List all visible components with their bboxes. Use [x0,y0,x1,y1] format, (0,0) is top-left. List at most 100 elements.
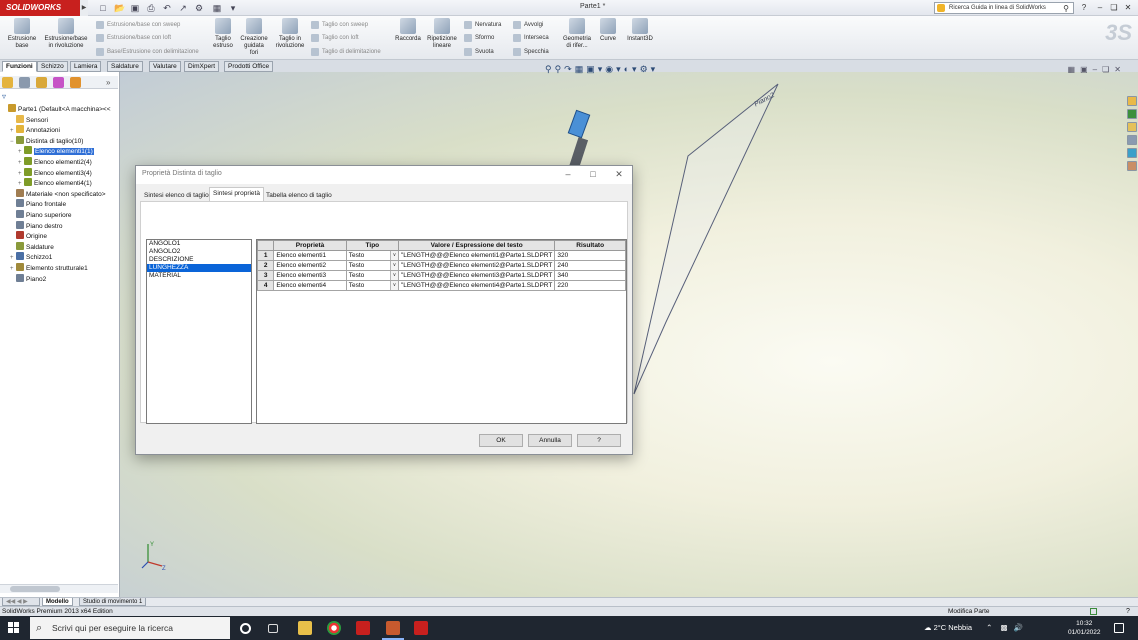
boundary-cut-button[interactable]: Taglio di delimitazione [311,47,381,57]
network-icon[interactable]: ▩ [1001,623,1008,632]
feature-tree-item[interactable]: + Elenco elementi4(1) [18,178,92,188]
tab-schizzo[interactable]: Schizzo [37,61,68,72]
dimxpert-tab-icon[interactable] [53,77,64,88]
help-search-input[interactable]: Ricerca Guida in linea di SolidWorks ⚲ [934,2,1074,14]
feature-tree-item[interactable]: + Elemento strutturale1 [10,263,88,273]
weather-text[interactable]: 2°C Nebbia [934,623,972,632]
task-pane-tabs[interactable] [1126,96,1138,174]
scroll-thumb[interactable] [10,586,60,592]
custom-properties-icon[interactable] [1127,161,1137,171]
restore-button[interactable]: ❏ [1108,2,1120,14]
save-icon[interactable]: ▣ [130,3,140,13]
ok-button[interactable]: OK [479,434,523,447]
help-icon[interactable]: ? [1078,2,1090,14]
select-icon[interactable]: ↗ [178,3,188,13]
expand-chevron-icon[interactable]: » [106,77,117,88]
revolved-cut-button[interactable]: Taglio in rivoluzione [272,18,308,50]
property-list-item[interactable]: MATERIAL [147,272,251,280]
tipo-cell[interactable]: Testo ∨ [345,270,399,281]
proprieta-cell[interactable]: Elenco elementi4 [273,280,347,291]
proprieta-cell[interactable]: Elenco elementi2 [273,260,347,271]
table-row[interactable]: 2 Elenco elementi2 Testo ∨ "LENGTH@@@Elenco … [256,260,626,271]
feature-tree-item[interactable]: + Elenco elementi2(4) [18,157,92,167]
property-manager-tab-icon[interactable] [19,77,30,88]
tab-prodotti-office[interactable]: Prodotti Office [224,61,274,72]
fillet-button[interactable]: Raccorda [392,18,424,43]
cancel-button[interactable]: Annulla [528,434,572,447]
tipo-cell[interactable]: Testo ∨ [345,260,399,271]
options-icon[interactable]: ▦ [212,3,222,13]
taskbar-search-input[interactable]: Scrivi qui per eseguire la ricerca [30,617,230,639]
dialog-maximize-button[interactable]: □ [582,167,604,181]
solidworks-taskbar-icon-2[interactable] [414,621,428,635]
column-header-risultato[interactable]: Risultato [554,240,626,251]
chrome-icon[interactable] [327,621,341,635]
feature-tree-item[interactable]: − Distinta di taglio(10) [10,135,83,146]
rebuild-icon[interactable]: ⚙ [194,3,204,13]
solidworks-logo[interactable]: SOLIDWORKS [0,0,80,16]
feature-tree-item[interactable]: Piano2 [10,273,46,284]
dropdown-arrow-icon[interactable]: ∨ [389,251,398,260]
feature-tree-item[interactable]: Saldature [10,241,54,252]
linear-pattern-button[interactable]: Ripetizione lineare [424,18,460,50]
tab-saldature[interactable]: Saldature [107,61,143,72]
feature-tree-item[interactable]: + Schizzo1 [10,252,52,262]
file-explorer-icon[interactable] [1127,122,1137,132]
valore-cell[interactable]: "LENGTH@@@Elenco elementi4@Parte1.SLDPRT [397,280,556,291]
proprieta-cell[interactable]: Elenco elementi1 [273,250,347,261]
tab-navigation-arrows[interactable]: ◀◀ ◀ ▶ ▶▶ [2,598,40,613]
lofted-boss-button[interactable]: Estrusione/base con loft [96,33,171,43]
valore-cell[interactable]: "LENGTH@@@Elenco elementi1@Parte1.SLDPRT [397,250,556,261]
tab-tabella-elenco[interactable]: Tabella elenco di taglio [262,189,336,201]
menu-arrow-icon[interactable]: ▶ [80,0,88,16]
customize-icon[interactable]: ▾ [228,3,238,13]
help-button[interactable]: ? [577,434,621,447]
dropdown-arrow-icon[interactable]: ∨ [389,261,398,270]
resources-icon[interactable] [1127,96,1137,106]
table-row[interactable]: 4 Elenco elementi4 Testo ∨ "LENGTH@@@Elenco … [256,280,626,291]
revolve-boss-button[interactable]: Estrusione/base in rivoluzione [42,18,90,50]
design-library-icon[interactable] [1127,109,1137,119]
reference-geometry-button[interactable]: Geometria di rifer... [560,18,594,50]
dropdown-arrow-icon[interactable]: ∨ [389,271,398,280]
column-header-valore[interactable]: Valore / Espressione del testo [397,240,556,251]
undo-icon[interactable]: ↶ [162,3,172,13]
swept-boss-button[interactable]: Estrusione/base con sweep [96,20,180,30]
tab-funzioni[interactable]: Funzioni [2,61,37,72]
feature-tree-item[interactable]: Materiale <non specificato> [10,188,106,199]
search-icon[interactable]: ⚲ [1063,3,1069,14]
tray-chevron-icon[interactable]: ⌃ [986,623,992,632]
swept-cut-button[interactable]: Taglio con sweep [311,20,368,30]
feature-tree-item[interactable]: Origine [10,231,47,241]
mirror-button[interactable]: Specchia [513,47,549,57]
draft-button[interactable]: Sformo [464,33,494,43]
proprieta-cell[interactable]: Elenco elementi3 [273,270,347,281]
volume-icon[interactable]: 🔊 [1014,623,1023,632]
hole-wizard-button[interactable]: Creazione guidata fori [238,18,270,57]
shell-button[interactable]: Svuota [464,47,494,57]
configuration-manager-tab-icon[interactable] [36,77,47,88]
wrap-button[interactable]: Avvolgi [513,20,543,30]
tipo-cell[interactable]: Testo ∨ [345,250,399,261]
weather-icon[interactable]: ☁ [924,623,932,632]
tab-modello[interactable]: Modello [42,598,73,606]
tab-sintesi-proprieta[interactable]: Sintesi proprietà [209,187,264,201]
task-view-icon[interactable] [268,624,278,633]
table-row[interactable]: 1 Elenco elementi1 Testo ∨ "LENGTH@@@Elenco … [256,250,626,261]
lofted-cut-button[interactable]: Taglio con loft [311,33,359,43]
new-document-icon[interactable]: □ [98,3,108,13]
windows-start-icon[interactable] [8,622,20,634]
column-header-proprieta[interactable]: Proprietà [273,240,347,251]
column-header-tipo[interactable]: Tipo [345,240,399,251]
view-palette-icon[interactable] [1127,135,1137,145]
feature-tree-item[interactable]: + Elenco elementi1(1) [18,146,94,156]
property-list-item[interactable]: ANGOLO1 [147,240,251,248]
filter-icon[interactable]: ▿ [2,92,12,101]
intersect-button[interactable]: Interseca [513,33,549,43]
notifications-icon[interactable] [1114,623,1124,633]
valore-cell[interactable]: "LENGTH@@@Elenco elementi2@Parte1.SLDPRT [397,260,556,271]
property-list-item[interactable]: ANGOLO2 [147,248,251,256]
taskbar-clock[interactable]: 10:32 01/01/2022 [1068,619,1101,637]
tab-lamiera[interactable]: Lamiera [70,61,102,72]
appearances-icon[interactable] [1127,148,1137,158]
